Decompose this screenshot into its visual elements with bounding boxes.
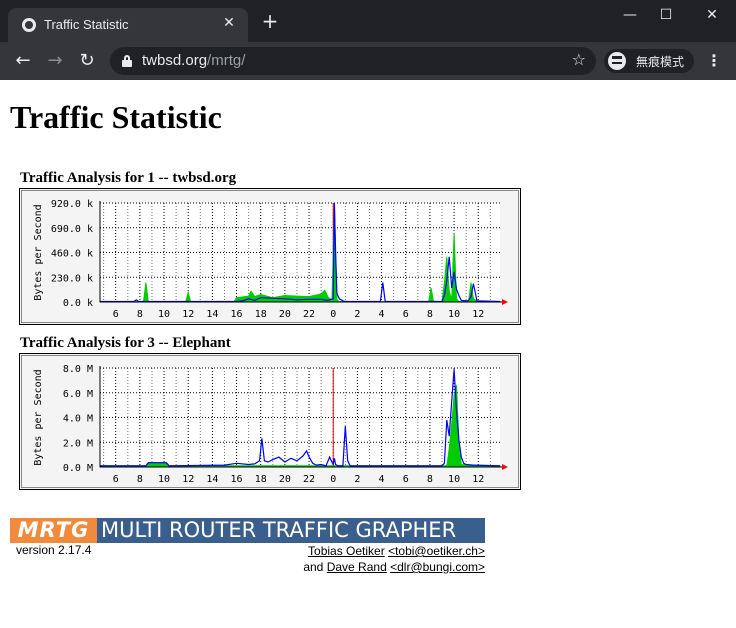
traffic-graph-svg: 920.0 k 690.0 k 460.0 k 230.0 k 0.0 k 6 8 10 12 1…	[19, 188, 521, 325]
browser-toolbar: ← → ↻ twbsd.org/mrtg/ ☆ 無痕模式 ⋮	[0, 42, 736, 80]
y-tick-label: 460.0 k	[51, 249, 93, 260]
x-tick-label: 6	[113, 474, 119, 485]
maximize-icon[interactable]: ☐	[646, 4, 686, 26]
x-tick-label: 6	[113, 309, 119, 320]
x-tick-label: 8	[137, 474, 143, 485]
x-tick-label: 8	[137, 309, 143, 320]
x-tick-label: 0	[330, 309, 336, 320]
y-tick-label: 230.0 k	[51, 273, 93, 284]
x-tick-label: 18	[255, 474, 267, 485]
x-tick-label: 12	[472, 309, 484, 320]
y-axis-label: Bytes per Second	[33, 369, 44, 465]
incognito-icon	[608, 52, 626, 70]
y-tick-label: 2.0 M	[63, 438, 93, 449]
y-tick-label: 0.0 M	[63, 463, 93, 474]
graph-heading-3: Traffic Analysis for 3 -- Elephant	[20, 335, 231, 351]
url-host: twbsd.org	[142, 52, 208, 69]
x-tick-label: 6	[403, 309, 409, 320]
mrtg-logo[interactable]: MRTG MULTI ROUTER TRAFFIC GRAPHER	[10, 518, 485, 543]
credits: Tobias Oetiker <tobi@oetiker.ch> and Dav…	[230, 543, 485, 575]
x-tick-label: 8	[427, 474, 433, 485]
page-title: Traffic Statistic	[10, 99, 222, 135]
arrow-left-icon[interactable]: ←	[12, 50, 34, 72]
x-tick-label: 14	[206, 309, 218, 320]
email-link-dave[interactable]: <dlr@bungi.com>	[390, 560, 485, 574]
version-text: version 2.17.4	[16, 543, 92, 557]
x-tick-label: 20	[279, 474, 291, 485]
tab-title: Traffic Statistic	[44, 17, 129, 32]
close-window-icon[interactable]: ✕	[692, 4, 732, 26]
x-tick-label: 10	[448, 309, 460, 320]
x-tick-label: 4	[379, 309, 385, 320]
x-tick-label: 14	[206, 474, 218, 485]
y-tick-label: 690.0 k	[51, 224, 93, 235]
x-tick-label: 22	[303, 309, 315, 320]
x-tick-label: 16	[231, 309, 243, 320]
x-tick-label: 12	[182, 474, 194, 485]
browser-tab[interactable]: Traffic Statistic ✕	[8, 8, 248, 42]
x-tick-label: 10	[158, 309, 170, 320]
x-tick-label: 2	[354, 474, 360, 485]
author-link-tobias[interactable]: Tobias Oetiker	[308, 544, 385, 558]
y-tick-label: 4.0 M	[63, 414, 93, 425]
x-tick-label: 8	[427, 309, 433, 320]
minimize-icon[interactable]: —	[610, 4, 650, 26]
traffic-graph-svg: 8.0 M6.0 M4.0 M2.0 M0.0 M6 8 10 12 14 16 18 20 2…	[19, 353, 521, 490]
x-tick-label: 2	[354, 309, 360, 320]
x-tick-label: 20	[279, 309, 291, 320]
y-tick-label: 6.0 M	[63, 389, 93, 400]
url-path: /mrtg/	[207, 52, 246, 69]
url-text: twbsd.org/mrtg/	[142, 52, 245, 69]
x-tick-label: 12	[182, 309, 194, 320]
email-link-tobias[interactable]: <tobi@oetiker.ch>	[388, 544, 485, 558]
star-icon[interactable]: ☆	[572, 50, 586, 69]
x-tick-label: 4	[379, 474, 385, 485]
x-tick-label: 0	[330, 474, 336, 485]
lock-icon	[122, 55, 132, 67]
close-icon[interactable]: ✕	[220, 14, 238, 32]
y-tick-label: 920.0 k	[51, 199, 93, 210]
browser-tab-strip: Traffic Statistic ✕ + — ☐ ✕	[0, 0, 736, 42]
traffic-graph-1[interactable]: 920.0 k 690.0 k 460.0 k 230.0 k 0.0 k 6 8 10 12 1…	[19, 188, 521, 325]
mrtg-logo-text: MULTI ROUTER TRAFFIC GRAPHER	[101, 518, 457, 542]
x-tick-label: 10	[448, 474, 460, 485]
y-tick-label: 0.0 k	[63, 298, 93, 309]
reload-icon[interactable]: ↻	[76, 50, 98, 72]
x-tick-label: 6	[403, 474, 409, 485]
x-tick-label: 10	[158, 474, 170, 485]
x-tick-label: 22	[303, 474, 315, 485]
arrow-right-icon[interactable]: →	[44, 50, 66, 72]
incognito-badge[interactable]: 無痕模式	[604, 49, 694, 73]
x-tick-label: 16	[231, 474, 243, 485]
credits-and: and	[303, 560, 324, 574]
plus-icon[interactable]: +	[260, 11, 280, 32]
address-bar[interactable]: twbsd.org/mrtg/ ☆	[110, 47, 596, 75]
x-tick-label: 12	[472, 474, 484, 485]
incognito-label: 無痕模式	[636, 55, 685, 69]
author-link-dave[interactable]: Dave Rand	[327, 560, 387, 574]
globe-icon	[22, 18, 36, 32]
kebab-menu-icon[interactable]: ⋮	[706, 50, 722, 72]
y-axis-label: Bytes per Second	[33, 204, 44, 300]
y-tick-label: 8.0 M	[63, 364, 93, 375]
mrtg-logo-mark: MRTG	[10, 518, 97, 543]
traffic-graph-3[interactable]: 8.0 M 6.0 M 4.0 M 2.0 M 0.0 M 6 8 10 12 14 16 18 20 2…	[19, 353, 521, 490]
x-tick-label: 18	[255, 309, 267, 320]
graph-heading-1: Traffic Analysis for 1 -- twbsd.org	[20, 170, 237, 186]
